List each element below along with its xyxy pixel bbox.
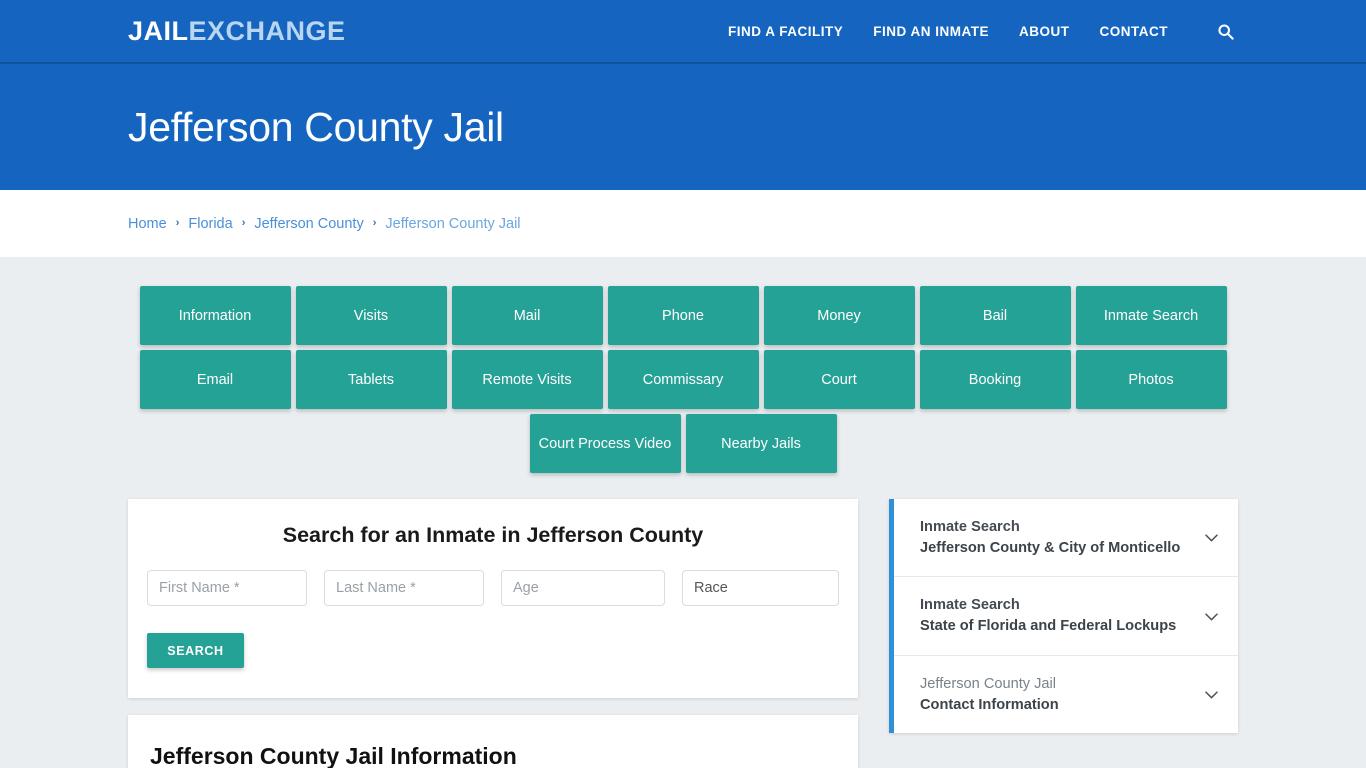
breadcrumb: Home › Florida › Jefferson County › Jeff… — [128, 216, 521, 232]
page-body: Information Visits Mail Phone Money Bail… — [0, 257, 1366, 768]
accordion-item-contact-information[interactable]: Jefferson County Jail Contact Informatio… — [894, 656, 1238, 733]
last-name-input[interactable] — [324, 570, 484, 606]
main-nav-links: FIND A FACILITY FIND AN INMATE ABOUT CON… — [728, 20, 1346, 42]
tile-remote-visits[interactable]: Remote Visits — [451, 350, 603, 409]
left-column: Search for an Inmate in Jefferson County… — [128, 499, 858, 768]
race-select[interactable]: Race — [682, 570, 839, 606]
page-title: Jefferson County Jail — [128, 103, 504, 150]
chevron-right-icon: › — [175, 216, 180, 229]
tile-tablets[interactable]: Tablets — [295, 350, 447, 409]
hero-banner: Jefferson County Jail — [0, 64, 1366, 190]
accordion-item-text: Inmate Search Jefferson County & City of… — [920, 517, 1200, 558]
site-logo[interactable]: JAILEXCHANGE — [128, 16, 346, 47]
accordion-item-line2: Jefferson County & City of Monticello — [920, 539, 1181, 556]
breadcrumb-item-home[interactable]: Home — [128, 216, 167, 232]
nav-item-find-a-facility[interactable]: FIND A FACILITY — [728, 24, 843, 39]
tile-money[interactable]: Money — [763, 286, 915, 345]
inmate-search-card: Search for an Inmate in Jefferson County… — [128, 499, 858, 698]
facility-section-tiles: Information Visits Mail Phone Money Bail… — [133, 286, 1233, 473]
accordion-item-line1: Inmate Search — [920, 597, 1020, 614]
tile-information[interactable]: Information — [139, 286, 291, 345]
logo-text-exchange: EXCHANGE — [188, 15, 346, 46]
breadcrumb-band: Home › Florida › Jefferson County › Jeff… — [0, 190, 1366, 257]
first-name-input[interactable] — [147, 570, 307, 606]
tile-phone[interactable]: Phone — [607, 286, 759, 345]
accordion-item-line1: Inmate Search — [920, 519, 1020, 535]
tile-email[interactable]: Email — [139, 350, 291, 409]
sidebar-accordion: Inmate Search Jefferson County & City of… — [889, 499, 1238, 734]
breadcrumb-item-florida[interactable]: Florida — [188, 216, 232, 232]
tile-bail[interactable]: Bail — [919, 286, 1071, 345]
tile-commissary[interactable]: Commissary — [607, 350, 759, 409]
top-navigation-bar: JAILEXCHANGE FIND A FACILITY FIND AN INM… — [0, 0, 1366, 64]
tile-court-process-video[interactable]: Court Process Video — [529, 414, 681, 473]
chevron-right-icon: › — [372, 216, 377, 229]
breadcrumb-item-jefferson-county[interactable]: Jefferson County — [254, 216, 363, 232]
jail-information-card: Jefferson County Jail Information — [128, 715, 858, 768]
content-columns: Search for an Inmate in Jefferson County… — [128, 499, 1238, 768]
accordion-item-inmate-search-state[interactable]: Inmate Search State of Florida and Feder… — [894, 577, 1238, 656]
accordion-item-inmate-search-county[interactable]: Inmate Search Jefferson County & City of… — [894, 499, 1238, 578]
nav-item-contact[interactable]: CONTACT — [1100, 24, 1169, 39]
inmate-search-form: Race — [147, 570, 839, 606]
tile-visits[interactable]: Visits — [295, 286, 447, 345]
tile-row-3: Court Process Video Nearby Jails — [133, 414, 1233, 473]
accordion-item-line1: Jefferson County Jail — [920, 675, 1057, 692]
tile-inmate-search[interactable]: Inmate Search — [1075, 286, 1227, 345]
jail-information-title: Jefferson County Jail Information — [150, 743, 517, 768]
nav-item-find-an-inmate[interactable]: FIND AN INMATE — [873, 24, 989, 39]
search-button[interactable]: SEARCH — [147, 633, 244, 668]
chevron-down-icon[interactable] — [1200, 605, 1222, 627]
right-column: Inmate Search Jefferson County & City of… — [889, 499, 1238, 734]
logo-text-jail: JAIL — [128, 15, 189, 46]
tile-photos[interactable]: Photos — [1075, 350, 1227, 409]
breadcrumb-item-jefferson-county-jail[interactable]: Jefferson County Jail — [385, 216, 520, 232]
tile-mail[interactable]: Mail — [451, 286, 603, 345]
age-input[interactable] — [501, 570, 665, 606]
search-icon[interactable] — [1214, 20, 1236, 42]
chevron-down-icon[interactable] — [1200, 684, 1222, 706]
tile-court[interactable]: Court — [763, 350, 915, 409]
nav-item-about[interactable]: ABOUT — [1019, 24, 1070, 39]
tile-booking[interactable]: Booking — [919, 350, 1071, 409]
tile-row-1: Information Visits Mail Phone Money Bail… — [133, 286, 1233, 345]
accordion-item-line2: State of Florida and Federal Lockups — [920, 618, 1177, 635]
accordion-item-text: Inmate Search State of Florida and Feder… — [920, 595, 1200, 636]
accordion-item-text: Jefferson County Jail Contact Informatio… — [920, 674, 1200, 715]
tile-nearby-jails[interactable]: Nearby Jails — [685, 414, 837, 473]
chevron-right-icon: › — [241, 216, 246, 229]
accordion-item-line2: Contact Information — [920, 696, 1059, 713]
chevron-down-icon[interactable] — [1200, 527, 1222, 549]
tile-row-2: Email Tablets Remote Visits Commissary C… — [133, 350, 1233, 409]
inmate-search-title: Search for an Inmate in Jefferson County — [282, 523, 704, 547]
